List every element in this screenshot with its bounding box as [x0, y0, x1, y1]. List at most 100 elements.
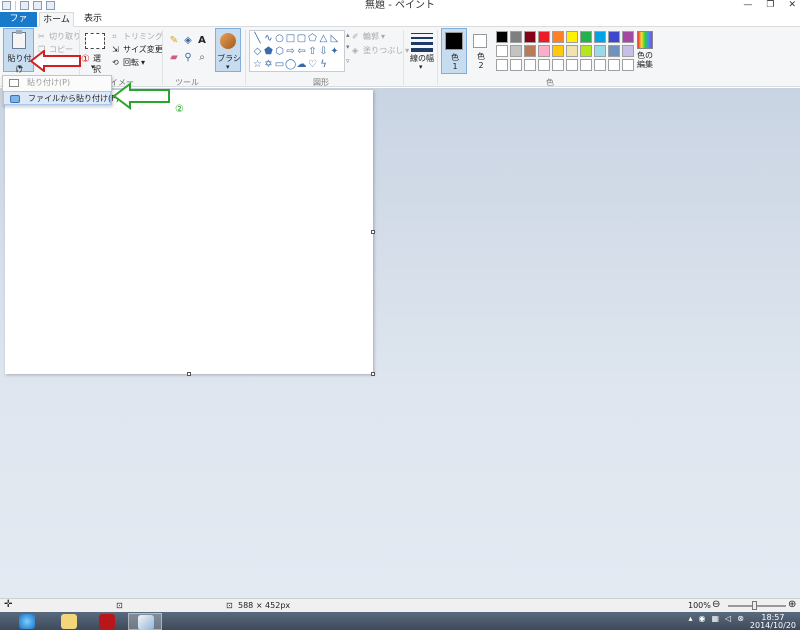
scroll-up-icon[interactable]: ▴ [346, 31, 350, 39]
palette-swatch[interactable] [566, 45, 578, 57]
hexagon-shape-icon[interactable]: ⬡ [274, 45, 285, 58]
zoom-slider-thumb[interactable] [752, 601, 757, 610]
palette-swatch[interactable] [566, 31, 578, 43]
palette-swatch[interactable] [510, 45, 522, 57]
palette-swatch[interactable] [580, 31, 592, 43]
color1-label: 色 1 [451, 53, 459, 71]
restore-button[interactable]: ❐ [766, 0, 774, 11]
resize-button[interactable]: ⇲ サイズ変更 [112, 44, 163, 55]
select-button[interactable]: 選択 ▾ [83, 31, 107, 74]
menu-item-paste-from[interactable]: ファイルから貼り付け(F) [3, 91, 119, 105]
palette-swatch[interactable] [608, 59, 620, 71]
color2-button[interactable]: 色 2 [469, 28, 493, 74]
palette-swatch[interactable] [594, 59, 606, 71]
palette-swatch[interactable] [524, 31, 536, 43]
callout-shape-icon[interactable]: ▭ [274, 58, 285, 71]
security-icon[interactable]: ◉ [698, 614, 705, 623]
palette-swatch[interactable] [538, 59, 550, 71]
tab-file[interactable]: ファイル [0, 12, 37, 38]
palette-swatch[interactable] [496, 45, 508, 57]
minimize-button[interactable]: — [743, 0, 752, 11]
palette-swatch[interactable] [580, 45, 592, 57]
triangle-shape-icon[interactable]: △ [318, 32, 329, 45]
palette-swatch[interactable] [552, 59, 564, 71]
edit-colors-button[interactable]: 色の 編集 [633, 30, 657, 74]
resize-handle-bottom[interactable] [187, 372, 191, 376]
zoom-out-button[interactable]: ⊖ [712, 599, 720, 610]
six-star-shape-icon[interactable]: ✡ [263, 58, 274, 71]
step2-label: ② [175, 104, 184, 115]
right-arrow-shape-icon[interactable]: ⇨ [285, 45, 296, 58]
paint-taskbar-button[interactable] [128, 613, 162, 630]
cut-button[interactable]: ✂ 切り取り [38, 31, 81, 42]
oval-callout-shape-icon[interactable]: ◯ [285, 58, 296, 71]
explorer-button[interactable] [52, 613, 86, 630]
heart-shape-icon[interactable]: ♡ [307, 58, 318, 71]
resize-handle-corner[interactable] [371, 372, 375, 376]
five-star-shape-icon[interactable]: ☆ [252, 58, 263, 71]
zoom-slider-track[interactable] [728, 605, 786, 607]
palette-swatch[interactable] [510, 31, 522, 43]
palette-swatch[interactable] [552, 45, 564, 57]
palette-swatch[interactable] [594, 31, 606, 43]
polygon-shape-icon[interactable]: ⬠ [307, 32, 318, 45]
system-clock[interactable]: 18:57 2014/10/20 [750, 614, 796, 630]
palette-swatch[interactable] [524, 45, 536, 57]
rounded-rect-shape-icon[interactable]: ▢ [296, 32, 307, 45]
resize-handle-right[interactable] [371, 230, 375, 234]
line-width-button[interactable]: 線の幅 ▾ [408, 31, 436, 75]
curve-shape-icon[interactable]: ∿ [263, 32, 274, 45]
internet-explorer-button[interactable] [10, 613, 44, 630]
brush-button[interactable]: ブラシ ▾ [215, 28, 241, 72]
color1-button[interactable]: 色 1 [441, 28, 467, 74]
color-picker-icon[interactable]: ⚲ [182, 52, 194, 64]
fill-icon[interactable]: ◈ [182, 35, 194, 47]
palette-swatch[interactable] [538, 31, 550, 43]
lightning-shape-icon[interactable]: ϟ [318, 58, 329, 71]
zoom-in-button[interactable]: ⊕ [788, 599, 796, 610]
network-icon[interactable]: ▦ [711, 614, 719, 623]
palette-swatch[interactable] [496, 31, 508, 43]
right-triangle-shape-icon[interactable]: ◺ [329, 32, 340, 45]
pentagon-shape-icon[interactable]: ⬟ [263, 45, 274, 58]
power-app-button[interactable] [90, 613, 124, 630]
outline-button[interactable]: ✐ 輪郭 ▾ [352, 31, 385, 42]
shapes-gallery[interactable]: ╲ ∿ ○ □ ▢ ⬠ △ ◺ ◇ ⬟ ⬡ ⇨ ⇦ ⇧ ⇩ ✦ ☆ ✡ ▭ ◯ … [249, 30, 345, 72]
close-button[interactable]: ✕ [788, 0, 796, 11]
pencil-icon[interactable]: ✎ [168, 35, 180, 47]
show-hidden-icons-icon[interactable]: ▴ [688, 614, 692, 623]
action-center-icon[interactable]: ⊗ [737, 614, 744, 623]
palette-swatch[interactable] [552, 31, 564, 43]
palette-swatch[interactable] [566, 59, 578, 71]
tab-home[interactable]: ホーム [39, 12, 74, 27]
expand-gallery-icon[interactable]: ▿ [346, 57, 350, 65]
drawing-canvas[interactable] [5, 90, 373, 374]
scroll-down-icon[interactable]: ▾ [346, 43, 350, 51]
palette-swatch[interactable] [510, 59, 522, 71]
diamond-shape-icon[interactable]: ◇ [252, 45, 263, 58]
down-arrow-shape-icon[interactable]: ⇩ [318, 45, 329, 58]
rectangle-shape-icon[interactable]: □ [285, 32, 296, 45]
volume-icon[interactable]: ◁ [725, 614, 731, 623]
fill-button[interactable]: ◈ 塗りつぶし ▾ [352, 45, 409, 56]
palette-swatch[interactable] [608, 45, 620, 57]
palette-swatch[interactable] [594, 45, 606, 57]
magnifier-icon[interactable]: ⌕ [196, 52, 208, 64]
line-shape-icon[interactable]: ╲ [252, 32, 263, 45]
palette-swatch[interactable] [608, 31, 620, 43]
palette-swatch[interactable] [496, 59, 508, 71]
palette-swatch[interactable] [580, 59, 592, 71]
up-arrow-shape-icon[interactable]: ⇧ [307, 45, 318, 58]
eraser-icon[interactable]: ▰ [168, 52, 180, 64]
crop-button[interactable]: ⌗ トリミング [112, 31, 163, 42]
left-arrow-shape-icon[interactable]: ⇦ [296, 45, 307, 58]
rotate-button[interactable]: ⟲ 回転 ▾ [112, 57, 145, 68]
cloud-callout-shape-icon[interactable]: ☁ [296, 58, 307, 71]
palette-swatch[interactable] [524, 59, 536, 71]
palette-swatch[interactable] [538, 45, 550, 57]
oval-shape-icon[interactable]: ○ [274, 32, 285, 45]
menu-item-paste[interactable]: 貼り付け(P) [3, 76, 111, 90]
four-star-shape-icon[interactable]: ✦ [329, 45, 340, 58]
tab-view[interactable]: 表示 [78, 12, 108, 27]
text-icon[interactable]: A [196, 35, 208, 47]
